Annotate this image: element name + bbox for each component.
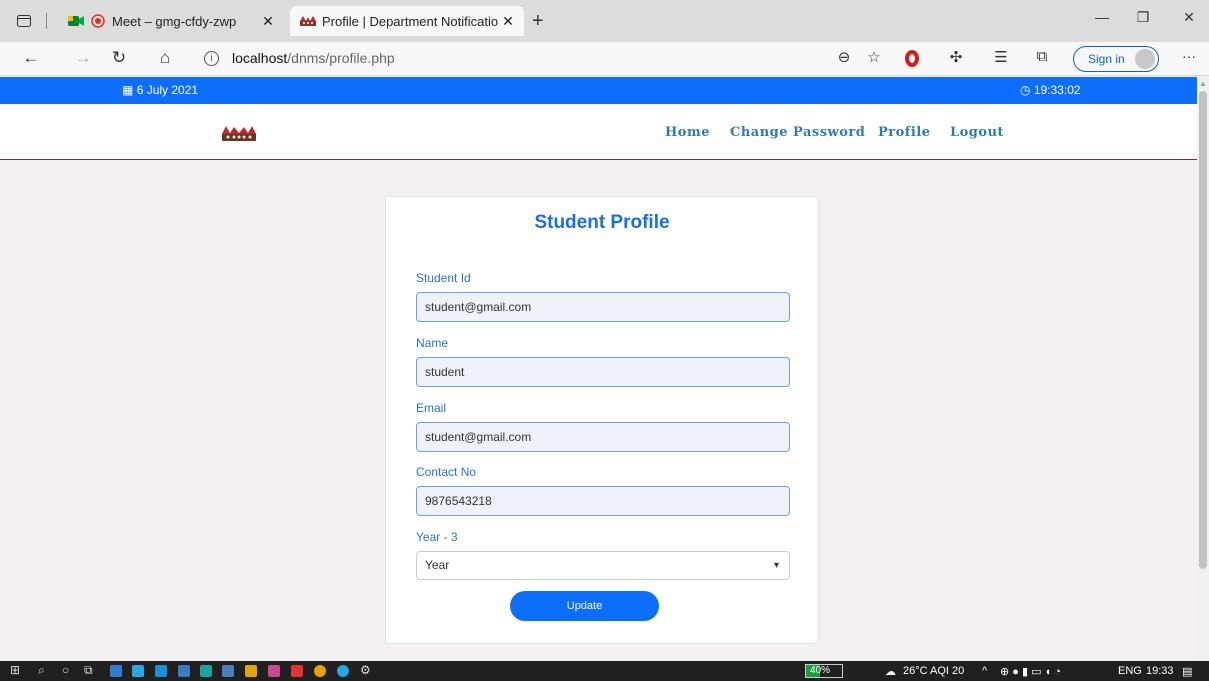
chevron-down-icon: ▾ [773, 560, 779, 571]
photos-icon[interactable] [268, 665, 280, 677]
contact-no-field[interactable]: 9876543218 [416, 486, 790, 516]
app-icon[interactable] [291, 665, 303, 677]
cortana-icon[interactable]: ○ [62, 663, 69, 677]
battery-percent: 40% [810, 665, 831, 676]
meet-icon [68, 13, 84, 29]
zoom-icon[interactable]: ⊖ [833, 48, 855, 66]
telegram-icon[interactable] [337, 665, 349, 677]
search-icon[interactable]: ⌕ [38, 663, 45, 678]
email-field[interactable]: student@gmail.com [416, 422, 790, 452]
site-header: Home Change Password Profile Logout [0, 104, 1197, 160]
year-select-value: Year [425, 558, 450, 572]
app-icon[interactable] [222, 665, 234, 677]
year-select[interactable]: Year ▾ [416, 551, 790, 580]
scrollbar-thumb[interactable] [1199, 91, 1207, 569]
weather-text[interactable]: 26°C AQI 20 [903, 665, 964, 677]
browser-toolbar: ← → ↻ ⌂ i localhost/dnms/profile.php ⊖ ☆… [0, 42, 1209, 76]
site-logo[interactable] [220, 124, 258, 142]
tab-title: Meet – gmg-cfdy-zwp [112, 13, 237, 29]
scroll-up-icon[interactable]: ▲ [1199, 79, 1207, 88]
tab-profile[interactable]: Profile | Department Notification ✕ [290, 6, 524, 36]
student-id-field[interactable]: student@gmail.com [416, 292, 790, 322]
edge-icon[interactable] [200, 665, 212, 677]
vscode-icon[interactable] [155, 665, 167, 677]
url-path: /dnms/profile.php [287, 50, 395, 66]
student-id-label: Student Id [416, 271, 471, 285]
restore-icon[interactable]: ❐ [1131, 9, 1155, 26]
language-indicator[interactable]: ENG [1118, 665, 1142, 677]
url-host: localhost [232, 50, 288, 66]
notifications-icon[interactable]: ▤ [1182, 665, 1192, 678]
tray-icons[interactable]: ⊕ ● ▮ ▭ ◖ ◔ [1000, 665, 1061, 678]
time-display: ◷ 19:33:02 [1020, 83, 1081, 97]
browser-tab-strip: Meet – gmg-cfdy-zwp ✕ Profile | Departme… [0, 0, 1209, 42]
site-info-icon[interactable]: i [204, 51, 219, 66]
email-label: Email [416, 401, 447, 415]
app-icon[interactable] [132, 665, 144, 677]
nav-home[interactable]: Home [665, 125, 710, 140]
favorites-icon[interactable]: ☰ [990, 48, 1012, 66]
back-icon[interactable]: ← [20, 48, 42, 68]
address-bar[interactable]: localhost/dnms/profile.php [232, 50, 395, 66]
recording-icon [90, 13, 106, 29]
nav-logout[interactable]: Logout [950, 125, 1004, 140]
more-icon[interactable]: ··· [1178, 48, 1200, 64]
close-icon[interactable]: ✕ [258, 13, 278, 30]
nav-profile[interactable]: Profile [878, 125, 931, 140]
tab-actions-icon[interactable] [14, 11, 34, 31]
extensions-icon[interactable]: ✣ [945, 48, 967, 66]
home-icon[interactable]: ⌂ [154, 48, 176, 68]
chevron-up-icon[interactable]: ^ [982, 665, 987, 677]
date-text: 6 July 2021 [136, 83, 199, 97]
python-icon[interactable] [178, 665, 190, 677]
close-icon[interactable]: ✕ [498, 13, 518, 30]
windows-start-icon[interactable]: ⊞ [10, 663, 20, 677]
update-button[interactable]: Update [510, 591, 659, 621]
mail-icon[interactable] [110, 665, 122, 677]
name-field[interactable]: student [416, 357, 790, 387]
task-view-icon[interactable]: ⧉ [84, 663, 93, 678]
calendar-icon: ▦ [122, 83, 134, 97]
collections-icon[interactable]: ⧉ [1031, 48, 1053, 65]
time-text: 19:33:02 [1033, 83, 1081, 97]
clock-icon: ◷ [1020, 83, 1031, 97]
page-scrollbar[interactable]: ▲ [1197, 77, 1209, 661]
page-title: Student Profile [534, 212, 670, 233]
tab-divider [46, 13, 47, 29]
chrome-icon[interactable] [314, 665, 326, 677]
contact-no-label: Contact No [416, 465, 477, 479]
avatar [1135, 49, 1155, 69]
sign-in-button[interactable]: Sign in [1073, 46, 1159, 72]
profile-card: Student Profile Student Id student@gmail… [385, 196, 819, 644]
sign-in-label: Sign in [1088, 52, 1125, 66]
opera-extension-icon[interactable] [905, 50, 919, 67]
site-top-bar: ▦ 6 July 2021 ◷ 19:33:02 [0, 77, 1197, 104]
crown-logo-icon [300, 13, 316, 29]
favorite-add-icon[interactable]: ☆ [863, 48, 885, 66]
name-label: Name [416, 336, 449, 350]
taskbar-clock[interactable]: 19:33 [1146, 665, 1174, 677]
weather-icon[interactable]: ☁ [885, 665, 896, 678]
settings-gear-icon[interactable]: ⚙ [360, 663, 371, 677]
tab-meet[interactable]: Meet – gmg-cfdy-zwp ✕ [58, 6, 284, 36]
taskbar: ⊞ ⌕ ○ ⧉ ⚙ 40% ☁ 26°C AQI 20 ^ ⊕ ● ▮ ▭ ◖ … [0, 661, 1209, 681]
new-tab-button[interactable]: + [532, 10, 544, 33]
window-close-icon[interactable]: ✕ [1177, 9, 1201, 26]
file-explorer-icon[interactable] [245, 665, 257, 677]
date-display: ▦ 6 July 2021 [122, 83, 198, 97]
battery-indicator[interactable]: 40% [805, 664, 843, 678]
forward-icon[interactable]: → [72, 48, 94, 68]
year-label: Year - 3 [416, 530, 458, 544]
refresh-icon[interactable]: ↻ [108, 48, 130, 68]
tab-title: Profile | Department Notification [322, 13, 498, 29]
minimize-icon[interactable]: — [1090, 9, 1114, 25]
nav-change-password[interactable]: Change Password [730, 125, 865, 140]
